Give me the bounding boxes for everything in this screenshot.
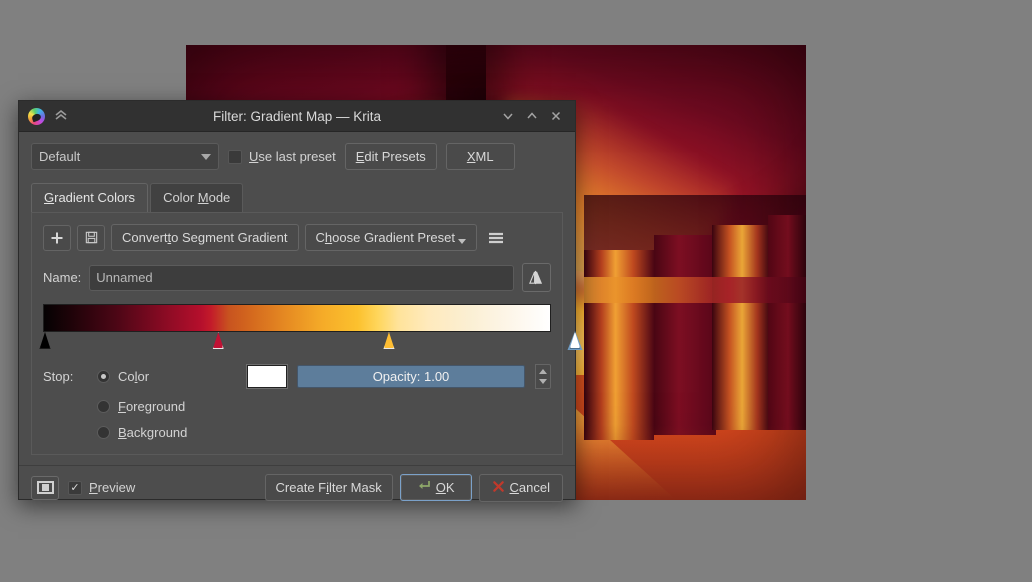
radio-stop-foreground[interactable]: Foreground	[97, 399, 551, 414]
gradient-name-row: Name: Unnamed	[43, 263, 551, 292]
radio-button	[97, 370, 110, 383]
stop-source-options: Foreground Background	[97, 399, 551, 440]
chevron-down-icon	[201, 154, 211, 160]
stop-controls-row: Stop: Color Opacity: 1.00	[43, 364, 551, 389]
triangle-down-icon[interactable]	[539, 379, 547, 384]
titlebar-left-icons	[19, 108, 69, 125]
preview-icon-outer	[37, 481, 54, 494]
stop-color-swatch[interactable]	[247, 365, 287, 388]
radio-button	[97, 426, 110, 439]
stop-label: Stop:	[43, 369, 87, 384]
radio-stop-color[interactable]: Color	[97, 369, 237, 384]
opacity-spinner[interactable]	[535, 364, 551, 389]
floppy-disk-save-icon[interactable]	[77, 225, 105, 251]
gradient-stop-handle[interactable]	[40, 332, 51, 349]
chevron-down-icon	[458, 239, 466, 244]
chevron-down-icon[interactable]	[497, 105, 519, 127]
preset-row: Default Use last preset Edit Presets XML	[31, 143, 563, 170]
radio-label-foreground: Foreground	[118, 399, 185, 414]
preview-icon-inner	[42, 484, 49, 491]
gradient-stop-handle[interactable]	[383, 332, 394, 349]
gradient-stop-handles	[43, 332, 551, 350]
xml-button[interactable]: XML	[446, 143, 515, 170]
gradient-editor[interactable]	[43, 304, 551, 350]
choose-gradient-preset-button[interactable]: Choose Gradient Preset	[305, 224, 477, 251]
dialog-button-bar: ✓ Preview Create Filter Mask OK	[19, 465, 575, 509]
opacity-value-label: Opacity: 1.00	[373, 369, 450, 384]
hamburger-menu-icon[interactable]	[483, 225, 509, 251]
radio-stop-background[interactable]: Background	[97, 425, 551, 440]
gradient-stop-handle[interactable]	[213, 332, 224, 349]
name-label: Name:	[43, 270, 81, 285]
titlebar-window-controls	[497, 105, 575, 127]
edit-presets-button[interactable]: Edit Presets	[345, 143, 437, 170]
preset-dropdown[interactable]: Default	[31, 143, 219, 170]
dialog-title: Filter: Gradient Map — Krita	[19, 109, 575, 124]
radio-label-background: Background	[118, 425, 187, 440]
gradient-toolbar: Convert to Segment Gradient Choose Gradi…	[43, 224, 551, 251]
opacity-slider[interactable]: Opacity: 1.00	[297, 365, 525, 388]
close-x-icon[interactable]	[545, 105, 567, 127]
krita-logo-icon	[28, 108, 45, 125]
gradient-stop-handle-selected[interactable]	[570, 332, 581, 349]
radio-button	[97, 400, 110, 413]
ok-label: OK	[436, 480, 455, 495]
tab-color-mode[interactable]: Color Mode	[150, 183, 243, 212]
ok-button[interactable]: OK	[400, 474, 472, 501]
mirror-horizontal-icon[interactable]	[522, 263, 551, 292]
preview-window-icon[interactable]	[31, 476, 59, 500]
red-x-icon	[492, 480, 505, 496]
create-filter-mask-button[interactable]: Create Filter Mask	[265, 474, 393, 501]
gradient-name-input[interactable]: Unnamed	[89, 265, 514, 291]
chevron-up-icon[interactable]	[521, 105, 543, 127]
double-chevron-up-icon[interactable]	[53, 108, 69, 124]
cancel-label: Cancel	[510, 480, 550, 495]
gradient-map-dialog: Filter: Gradient Map — Krita Default	[18, 100, 576, 500]
preview-label: Preview	[89, 480, 135, 495]
dialog-titlebar[interactable]: Filter: Gradient Map — Krita	[19, 101, 575, 132]
preview-checkbox[interactable]: ✓ Preview	[68, 480, 135, 495]
gradient-colors-panel: Convert to Segment Gradient Choose Gradi…	[31, 212, 563, 455]
dialog-action-buttons: Create Filter Mask OK	[265, 474, 563, 502]
gradient-ramp[interactable]	[43, 304, 551, 332]
checkbox-box	[228, 150, 242, 164]
use-last-preset-label: Use last preset	[249, 149, 336, 164]
preset-dropdown-value: Default	[39, 149, 80, 164]
cancel-button[interactable]: Cancel	[479, 474, 563, 502]
convert-to-segment-gradient-button[interactable]: Convert to Segment Gradient	[111, 224, 299, 251]
radio-label-color: Color	[118, 369, 149, 384]
dialog-body: Default Use last preset Edit Presets XML…	[19, 132, 575, 465]
screen: Filter: Gradient Map — Krita Default	[0, 0, 1032, 582]
enter-key-icon	[417, 480, 431, 495]
tab-bar: Gradient Colors Color Mode	[31, 183, 563, 212]
checkbox-box: ✓	[68, 481, 82, 495]
check-glyph: ✓	[70, 481, 79, 494]
plus-icon[interactable]	[43, 225, 71, 251]
tab-gradient-colors[interactable]: Gradient Colors	[31, 183, 148, 212]
triangle-up-icon[interactable]	[539, 369, 547, 374]
use-last-preset-checkbox[interactable]: Use last preset	[228, 149, 336, 164]
